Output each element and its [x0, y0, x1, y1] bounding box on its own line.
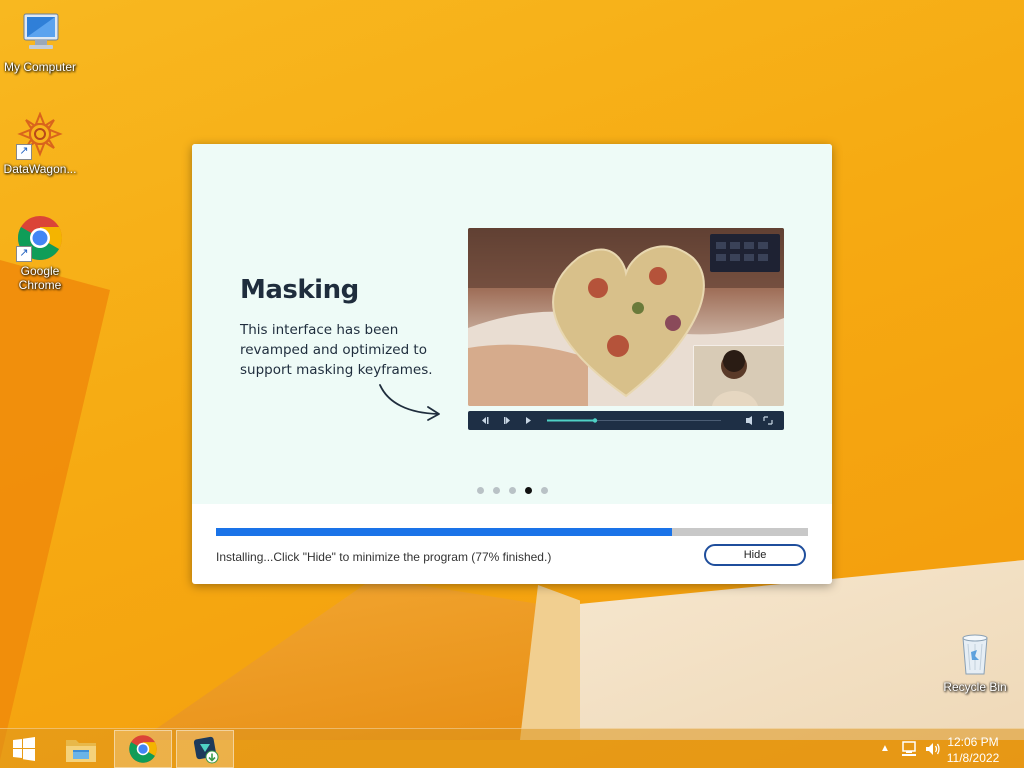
pagination-dot[interactable] [540, 487, 548, 494]
taskbar-installer[interactable] [176, 730, 234, 768]
clock-time: 12:06 PM [947, 735, 999, 749]
desktop-icon-datawagon[interactable]: ↗ DataWagon... [0, 111, 80, 176]
datawagon-icon: ↗ [16, 111, 64, 160]
pagination-dot[interactable] [508, 487, 516, 494]
desktop-icon-label: My Computer [3, 60, 77, 74]
install-progress-bar [216, 528, 808, 536]
video-player-controls [468, 411, 784, 430]
slide-pagination [192, 487, 832, 494]
desktop-icon-recycle-bin[interactable]: Recycle Bin [935, 630, 1015, 694]
taskbar-chrome[interactable] [114, 730, 172, 768]
masking-preview-image [468, 228, 784, 406]
taskbar-clock[interactable]: 12:06 PM 11/8/2022 [938, 734, 1008, 766]
slide-description: This interface has been revamped and opt… [240, 322, 433, 378]
install-status-text: Installing...Click "Hide" to minimize th… [216, 550, 552, 564]
installer-app-icon [193, 736, 219, 764]
chrome-icon [129, 735, 157, 763]
desktop-icon-my-computer[interactable]: My Computer [0, 10, 80, 74]
feature-slide: Masking This interface has been revamped… [192, 144, 832, 504]
desktop-icon-label: Recycle Bin [943, 680, 1007, 694]
network-icon[interactable] [900, 740, 918, 758]
computer-icon [16, 10, 64, 58]
installer-window[interactable]: Masking This interface has been revamped… [192, 144, 832, 584]
start-button[interactable] [0, 730, 48, 768]
shortcut-arrow-icon: ↗ [16, 246, 32, 262]
curved-arrow-icon [379, 384, 440, 421]
clock-date: 11/8/2022 [946, 751, 1000, 765]
pagination-dot[interactable] [476, 487, 484, 494]
wallpaper-shape [0, 260, 110, 760]
desktop-icon-label: Google Chrome [18, 264, 62, 292]
chrome-icon: ↗ [16, 214, 64, 262]
taskbar: ▲ 12:06 PM 11/8/2022 [0, 728, 1024, 768]
recycle-bin-icon [951, 630, 999, 678]
windows-start-icon [13, 737, 35, 761]
pagination-dot[interactable] [492, 487, 500, 494]
desktop: My Computer ↗ DataWagon... ↗ Google Chro… [0, 0, 1024, 768]
slide-title: Masking [240, 275, 359, 305]
install-progress-fill [216, 528, 672, 536]
desktop-icon-label: DataWagon... [3, 162, 77, 176]
file-explorer-icon [66, 740, 96, 762]
shortcut-arrow-icon: ↗ [16, 144, 32, 160]
system-tray: ▲ 12:06 PM 11/8/2022 [864, 729, 1024, 768]
show-hidden-icons-icon[interactable]: ▲ [880, 743, 890, 754]
hide-button[interactable]: Hide [704, 544, 806, 566]
pagination-dot[interactable] [524, 487, 532, 494]
desktop-icon-google-chrome[interactable]: ↗ Google Chrome [0, 214, 80, 292]
taskbar-file-explorer[interactable] [52, 730, 110, 768]
